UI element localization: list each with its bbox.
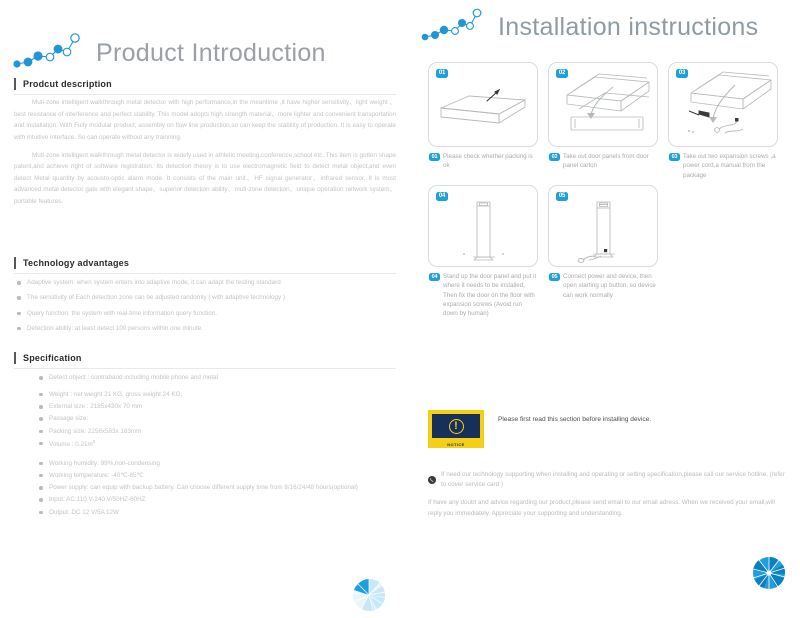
step-caption: 04 Stand up the door panel and put it wh… xyxy=(428,272,538,318)
fan-circle-icon-bottom-right xyxy=(752,556,786,595)
description-paragraph-2: Muti-zone intelligent walkthrough metal … xyxy=(14,151,396,206)
list-item-volume: Volume : 0.21m3 xyxy=(36,439,396,450)
installation-step-03: 03 03 Take out two expansion screws ,a p… xyxy=(668,62,778,180)
list-item: The sensitivity of Each detection zone c… xyxy=(14,293,396,303)
installation-step-05: 05 05 Connect power and device, then ope… xyxy=(548,185,658,318)
list-item: Detect object : contraband including mob… xyxy=(36,373,396,383)
section-heading-label: Prodcut description xyxy=(23,79,112,89)
section-tick-icon xyxy=(14,78,16,90)
support-block: If need our technology supporting when i… xyxy=(428,470,788,520)
section-divider xyxy=(14,94,396,95)
section-heading: Prodcut description xyxy=(14,78,396,90)
node-graph-logo-icon xyxy=(420,4,492,44)
list-item: Power supply: can equip with backup batt… xyxy=(36,483,396,493)
installation-step-01: 01 01 Please check whether packing is ok xyxy=(428,62,538,180)
volume-exponent: 3 xyxy=(92,438,96,444)
step-caption-badge: 01 xyxy=(429,152,440,161)
notice-sign-word: NOTICE xyxy=(447,441,465,447)
step-caption-text: Please check whether packing is ok xyxy=(443,153,533,170)
page-title: Product Introduction xyxy=(96,39,326,67)
volume-label: Volume : 0.21m xyxy=(49,440,93,448)
list-item: Output: DC 12 V/5A 12W xyxy=(36,508,396,518)
step-caption-badge: 02 xyxy=(549,152,560,161)
specification-list-primary: Detect object : contraband including mob… xyxy=(14,373,396,383)
product-introduction-column: Product Introduction Prodcut description… xyxy=(0,0,410,618)
step-caption: 01 Please check whether packing is ok xyxy=(428,152,538,171)
list-item: Detection ability: at least detect 100 p… xyxy=(14,324,396,334)
installation-step-04: 04 04 Stand up the door panel and put it… xyxy=(428,185,538,318)
step-number-badge: 03 xyxy=(676,69,688,78)
support-hotline-text: If need our technology supporting when i… xyxy=(441,471,785,489)
section-heading-label: Technology advantages xyxy=(23,258,130,268)
advantages-list: Adaptive system: when system enters into… xyxy=(14,278,396,334)
list-item: External size : 2185x430x 70 mm xyxy=(36,402,396,412)
installation-steps-row-2: 04 04 Stand up the door panel and put it… xyxy=(428,185,658,318)
section-tick-icon xyxy=(14,257,16,269)
section-tick-icon xyxy=(14,352,16,364)
section-specification: Specification Detect object : contraband… xyxy=(14,352,396,520)
step-caption-text: Connect power and device, then open star… xyxy=(563,273,656,299)
specification-list-dimensions: Weight : net weight 21 KG, gross weight … xyxy=(14,390,396,450)
step-caption-text: Stand up the door panel and put it where… xyxy=(443,273,537,318)
section-product-description: Prodcut description Muti-zone intelligen… xyxy=(14,78,396,214)
step-caption: 05 Connect power and device, then open s… xyxy=(548,272,658,300)
notice-sign-inner: ! xyxy=(432,414,480,438)
list-item: Query function: the system with real-tim… xyxy=(14,309,396,319)
step-illustration-card: 04 xyxy=(428,185,538,267)
section-heading-label: Specification xyxy=(23,353,82,363)
description-paragraph-1: Muti-zone intelligent walkthrough metal … xyxy=(14,99,396,141)
section-divider xyxy=(14,368,396,369)
support-hotline-row: If need our technology supporting when i… xyxy=(428,470,788,490)
step-caption: 02 Take out door panels from door panel … xyxy=(548,152,658,171)
step-caption-badge: 05 xyxy=(549,272,560,281)
fan-circle-icon-bottom-center xyxy=(352,578,386,617)
section-heading: Technology advantages xyxy=(14,257,396,269)
node-graph-logo-icon xyxy=(12,26,90,70)
notice-sign: ! NOTICE xyxy=(428,410,484,448)
support-email-text: If have any doubt and advice regarding o… xyxy=(428,499,775,517)
step-caption: 03 Take out two expansion screws ,a powe… xyxy=(668,152,778,180)
specification-list-electrical: Working humidity: 99%,non-condensing Wor… xyxy=(14,459,396,518)
installation-step-02: 02 02 Take out door panels from door pan… xyxy=(548,62,658,180)
section-technology-advantages: Technology advantages Adaptive system: w… xyxy=(14,257,396,339)
list-item: Passage size: xyxy=(36,414,396,424)
notice-text: Please first read this section before in… xyxy=(498,416,652,423)
step-caption-text: Take out door panels from door panel car… xyxy=(563,153,649,170)
step-number-badge: 04 xyxy=(436,192,448,201)
page-title: Installation instructions xyxy=(498,13,759,41)
step-illustration-card: 02 xyxy=(548,62,658,147)
installation-header: Installation instructions xyxy=(420,4,758,44)
list-item: Working temperature: -40℃-85℃ xyxy=(36,471,396,481)
list-item: Working humidity: 99%,non-condensing xyxy=(36,459,396,469)
notice-block: ! NOTICE Please first read this section … xyxy=(428,410,651,448)
product-introduction-header: Product Introduction xyxy=(12,26,326,70)
installation-steps-row-1: 01 01 Please check whether packing is ok… xyxy=(428,62,778,180)
step-number-badge: 02 xyxy=(556,69,568,78)
step-caption-text: Take out two expansion screws ,a power c… xyxy=(683,153,776,179)
step-caption-badge: 04 xyxy=(429,272,440,281)
section-heading: Specification xyxy=(14,352,396,364)
list-item: Weight : net weight 21 KG, gross weight … xyxy=(36,390,396,400)
exclamation-mark-icon: ! xyxy=(448,418,464,434)
step-illustration-card: 05 xyxy=(548,185,658,267)
installation-instructions-column: Installation instructions 01 01 Please c… xyxy=(410,0,800,618)
step-illustration-card: 03 xyxy=(668,62,778,147)
step-illustration-card: 01 xyxy=(428,62,538,147)
phone-icon xyxy=(428,471,436,489)
datasheet-page: Product Introduction Prodcut description… xyxy=(0,0,800,618)
list-item: Input: AC 110 V-240 V/50HZ-60HZ xyxy=(36,495,396,505)
list-item: Packing size: 2258x583x 163mm xyxy=(36,427,396,437)
step-number-badge: 05 xyxy=(556,192,568,201)
step-number-badge: 01 xyxy=(436,69,448,78)
list-item: Adaptive system: when system enters into… xyxy=(14,278,396,288)
step-caption-badge: 03 xyxy=(669,152,680,161)
section-divider xyxy=(14,273,396,274)
